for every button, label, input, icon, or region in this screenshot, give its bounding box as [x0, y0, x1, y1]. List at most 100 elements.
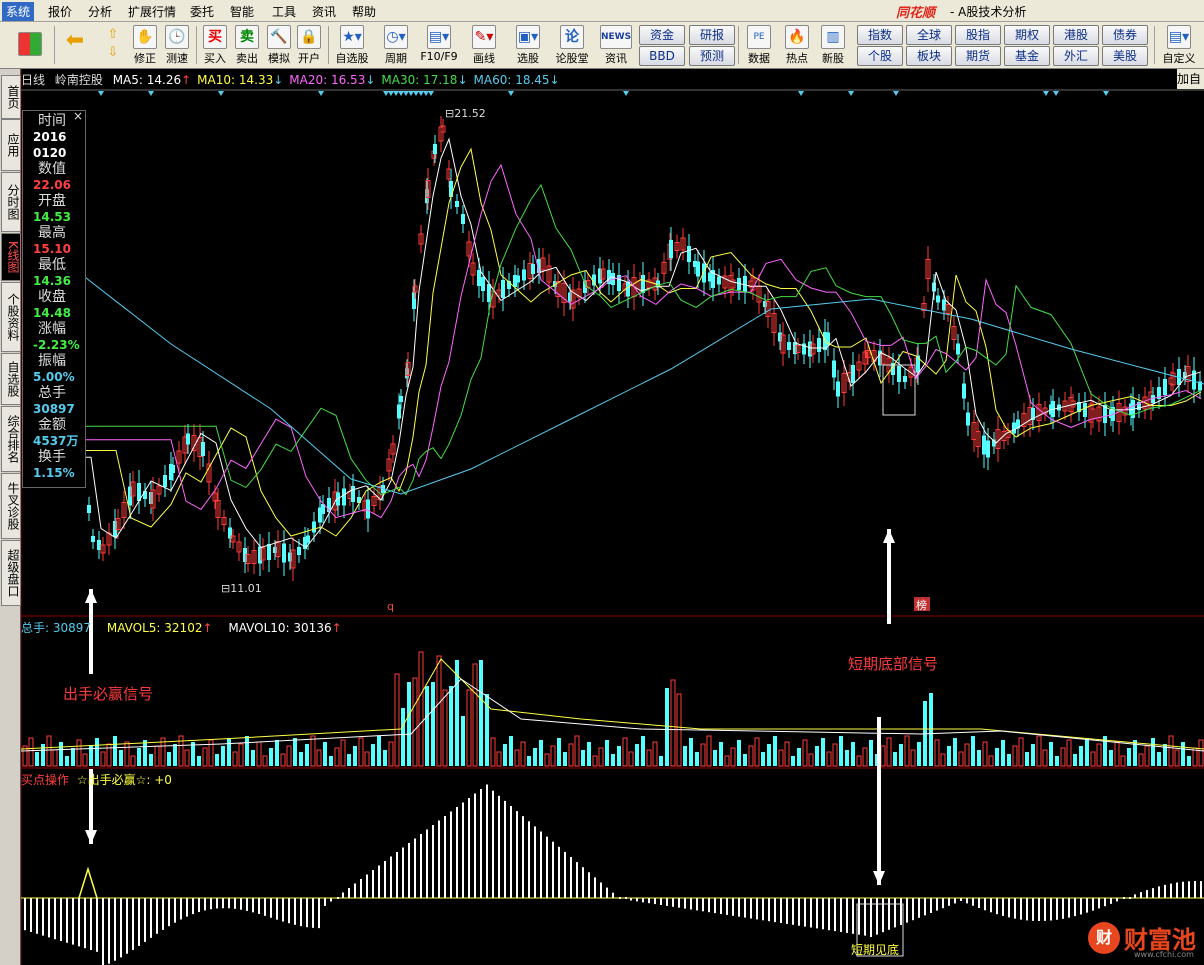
volume-bar — [293, 738, 297, 766]
buy-button[interactable]: 买买入 — [200, 24, 230, 66]
customize-button[interactable]: ▤▾ 自定义 — [1158, 24, 1200, 66]
info-value: 5.00% — [33, 370, 75, 384]
candle-body — [836, 381, 840, 397]
left-nav: 首页 应用 分时图 K线图 个股资料 自选股 综合排名 牛叉诊股 超级盘口 — [0, 69, 21, 965]
quick-us[interactable]: 美股 — [1102, 46, 1148, 66]
menu-tools[interactable]: 工具 — [268, 2, 300, 21]
menu-trade[interactable]: 委托 — [186, 2, 218, 21]
volume-legend: 总手: 30897 MAVOL5: 32102↑ MAVOL10: 30136↑ — [21, 621, 342, 635]
quick-options[interactable]: 期权 — [1004, 25, 1050, 45]
info-value: -2.23% — [33, 338, 80, 352]
volume-bar — [934, 739, 940, 767]
volume-bar — [173, 744, 177, 766]
watchlist-button[interactable]: ★▾ 自选股 — [332, 24, 372, 66]
event-marker — [393, 91, 399, 96]
volume-bar — [611, 754, 615, 766]
info-value: 22.06 — [33, 178, 71, 192]
volume-bar — [377, 736, 381, 766]
nav-home[interactable]: 首页 — [1, 75, 21, 119]
f10-button[interactable]: ▤▾ F10/F9 — [418, 24, 460, 66]
clock-icon: 🕒 — [165, 25, 189, 49]
quick-index[interactable]: 指数 — [857, 25, 903, 45]
ipo-icon: ▥ — [821, 25, 845, 49]
quick-stock[interactable]: 个股 — [857, 46, 903, 66]
pe-icon: PE — [747, 25, 771, 49]
menu-smart[interactable]: 智能 — [226, 2, 258, 21]
nav-apps[interactable]: 应用 — [1, 119, 21, 171]
candle-body — [455, 201, 459, 207]
up-down-icon[interactable]: ⇧ ⇩ — [98, 24, 128, 66]
volume-bar — [845, 750, 849, 766]
volume-bar — [461, 716, 465, 766]
ad-panel[interactable]: 加自 — [1177, 69, 1204, 89]
close-icon[interactable]: × — [73, 109, 83, 123]
news-button[interactable]: NEWS 资讯 — [598, 24, 634, 66]
info-value: 14.36 — [33, 274, 71, 288]
customize-icon: ▤▾ — [1167, 25, 1191, 49]
nav-kline[interactable]: K线图 — [1, 233, 21, 281]
quick-capital[interactable]: 资金 — [639, 25, 685, 45]
candle-body — [351, 486, 355, 502]
info-value: 0120 — [33, 146, 67, 160]
windows-logo-icon[interactable] — [12, 24, 48, 66]
volume-bar — [527, 756, 531, 766]
volume-bar — [41, 744, 45, 766]
candle-body — [717, 276, 721, 285]
quick-forecast[interactable]: 预测 — [689, 46, 735, 66]
volume-bar — [520, 741, 526, 767]
menu-system[interactable]: 系统 — [2, 2, 35, 21]
kline-chart-area[interactable]: ⊟21.52 ⊟11.01 q 榜 日线 岭南控股 MA5: 14.26↑ MA10: … — [21, 69, 1204, 965]
draw-line-button[interactable]: ✎▾ 画线 — [464, 24, 504, 66]
quick-fund[interactable]: 基金 — [1004, 46, 1050, 66]
quick-bond[interactable]: 债券 — [1102, 25, 1148, 45]
quick-index-futures[interactable]: 股指 — [955, 25, 1001, 45]
quick-sector[interactable]: 板块 — [906, 46, 952, 66]
nav-ranking[interactable]: 综合排名 — [1, 406, 21, 472]
nav-stock-profile[interactable]: 个股资料 — [1, 282, 21, 352]
candle-body — [897, 366, 901, 382]
volume-bar — [869, 740, 873, 766]
data-button[interactable]: PE 数据 — [742, 24, 776, 66]
volume-bar — [719, 742, 723, 766]
quick-hk[interactable]: 港股 — [1053, 25, 1099, 45]
indicator-bar — [1123, 897, 1125, 899]
ma20-line — [81, 163, 1202, 519]
nav-super-board[interactable]: 超级盘口 — [1, 540, 21, 606]
simulate-button[interactable]: 🔨 模拟 — [264, 24, 294, 66]
sell-button[interactable]: 卖卖出 — [232, 24, 262, 66]
menu-news[interactable]: 资讯 — [308, 2, 340, 21]
nav-diagnosis[interactable]: 牛叉诊股 — [1, 473, 21, 539]
period-button[interactable]: ◷▾ 周期 — [376, 24, 416, 66]
volume-bar — [323, 742, 327, 766]
nav-watchlist[interactable]: 自选股 — [1, 353, 21, 405]
volume-bar — [652, 741, 658, 767]
info-value: 30897 — [33, 402, 75, 416]
menu-analysis[interactable]: 分析 — [84, 2, 116, 21]
fix-button[interactable]: ✋ 修正 — [130, 24, 160, 66]
quick-forex[interactable]: 外汇 — [1053, 46, 1099, 66]
volume-bar — [598, 747, 604, 767]
volume-bar — [743, 754, 747, 766]
back-arrow-icon[interactable]: ⬅ — [60, 24, 90, 66]
info-label: 收盘 — [38, 289, 66, 305]
ipo-button[interactable]: ▥ 新股 — [816, 24, 850, 66]
quick-bbd[interactable]: BBD — [639, 46, 685, 66]
stock-picker-button[interactable]: ▣▾ 选股 — [508, 24, 548, 66]
nav-timeshare[interactable]: 分时图 — [1, 172, 21, 232]
menu-extended[interactable]: 扩展行情 — [124, 2, 180, 21]
candle-body — [87, 505, 91, 513]
volume-bar — [383, 750, 387, 766]
quick-research[interactable]: 研报 — [689, 25, 735, 45]
hotspot-button[interactable]: 🔥 热点 — [780, 24, 814, 66]
quick-global[interactable]: 全球 — [906, 25, 952, 45]
volume-bar — [280, 753, 286, 767]
info-box: × 时间 2016 0120 数值 22.06 开盘 14.53 最高 15.10 最低 14.36… — [22, 109, 86, 488]
menu-quote[interactable]: 报价 — [44, 2, 76, 21]
quick-futures[interactable]: 期货 — [955, 46, 1001, 66]
menu-help[interactable]: 帮助 — [348, 2, 380, 21]
kline-svg[interactable]: ⊟21.52 ⊟11.01 q 榜 — [21, 69, 1204, 965]
candle-body — [851, 365, 855, 383]
forum-button[interactable]: 论论股堂 — [552, 24, 592, 66]
speedtest-button[interactable]: 🕒 测速 — [162, 24, 192, 66]
open-account-button[interactable]: 🔒 开户 — [294, 24, 324, 66]
